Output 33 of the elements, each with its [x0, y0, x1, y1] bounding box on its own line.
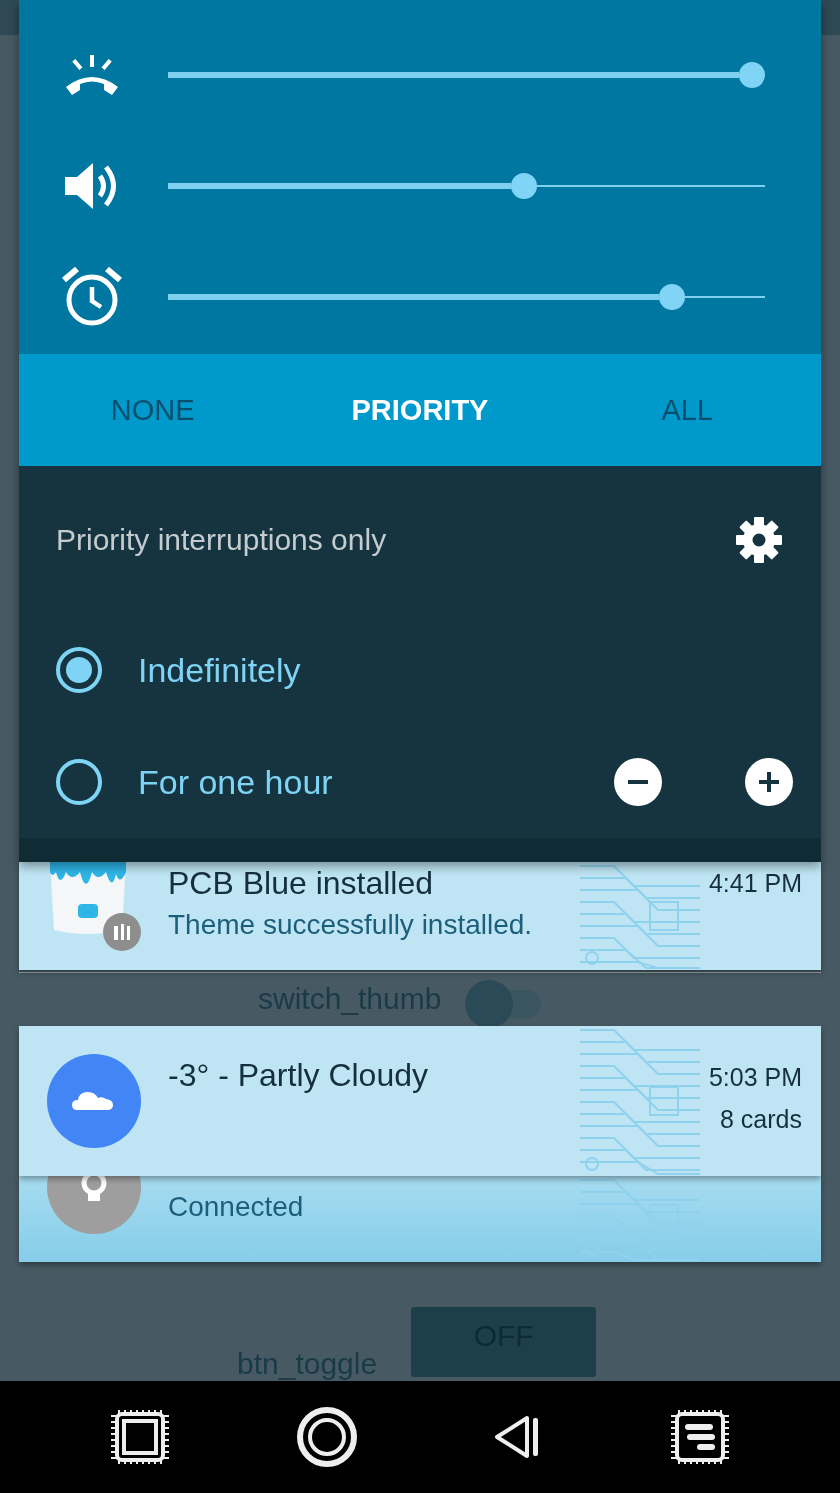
card-count: 8 cards: [719, 1104, 802, 1135]
duration-label: Indefinitely: [138, 650, 302, 690]
chip-menu-icon[interactable]: [671, 1410, 729, 1464]
notification-time: 5:03 PM: [708, 1062, 802, 1093]
notification-title: PCB Blue installed: [168, 864, 435, 903]
lightbulb-icon: [46, 1176, 141, 1234]
notification-text: Connected: [168, 1190, 305, 1224]
slider-thumb[interactable]: [659, 283, 686, 310]
notification-time: 4:41 PM: [708, 868, 802, 899]
radio-button[interactable]: [56, 759, 102, 805]
notification-text: Theme successfully installed.: [168, 908, 534, 942]
home-icon[interactable]: [296, 1406, 358, 1468]
mode-tab[interactable]: PRIORITY: [286, 354, 554, 466]
cloud-icon: [46, 1054, 141, 1148]
settings-icon[interactable]: [735, 516, 783, 564]
mode-tab[interactable]: ALL: [553, 354, 821, 466]
plus-icon: [757, 770, 781, 794]
slider-thumb[interactable]: [510, 172, 537, 199]
notification-card[interactable]: Connected: [19, 1176, 821, 1262]
plus-button[interactable]: [745, 758, 793, 806]
notification-card[interactable]: PCB Blue installed Theme successfully installed. 4:41 PM: [19, 862, 821, 970]
duration-label: For one hour: [138, 762, 334, 802]
chip-square-icon[interactable]: [111, 1410, 169, 1464]
slider-thumb[interactable]: [739, 61, 765, 88]
mode-tab[interactable]: NONE: [19, 354, 287, 466]
notification-card[interactable]: -3° - Partly Cloudy 5:03 PM 8 cards: [19, 1026, 821, 1176]
notification-title: -3° - Partly Cloudy: [168, 1056, 429, 1095]
mode-title: Priority interruptions only: [56, 523, 387, 557]
radio-button[interactable]: [56, 647, 102, 693]
minus-icon: [628, 780, 648, 784]
minus-button[interactable]: [614, 758, 662, 806]
alarm-clock-icon: [61, 265, 122, 328]
back-icon[interactable]: [493, 1414, 541, 1460]
